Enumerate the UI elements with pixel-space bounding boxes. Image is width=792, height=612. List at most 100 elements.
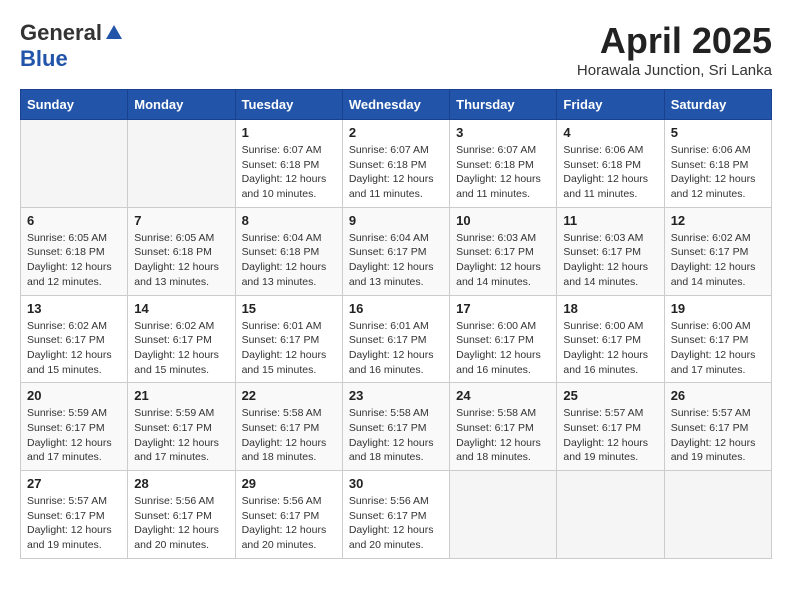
calendar-cell: 14 Sunrise: 6:02 AM Sunset: 6:17 PM Dayli… xyxy=(128,295,235,383)
calendar-cell: 19 Sunrise: 6:00 AM Sunset: 6:17 PM Dayli… xyxy=(664,295,771,383)
day-number: 24 xyxy=(456,388,550,403)
day-info: Sunrise: 6:06 AM Sunset: 6:18 PM Dayligh… xyxy=(671,143,765,202)
day-number: 19 xyxy=(671,301,765,316)
day-number: 22 xyxy=(242,388,336,403)
calendar-cell: 9 Sunrise: 6:04 AM Sunset: 6:17 PM Daylig… xyxy=(342,207,449,295)
day-info: Sunrise: 6:02 AM Sunset: 6:17 PM Dayligh… xyxy=(134,319,228,378)
calendar-cell: 11Sunrise: 6:03 AM Sunset: 6:17 PM Dayli… xyxy=(557,207,664,295)
calendar-cell: 18Sunrise: 6:00 AM Sunset: 6:17 PM Dayli… xyxy=(557,295,664,383)
day-info: Sunrise: 6:01 AM Sunset: 6:17 PM Dayligh… xyxy=(242,319,336,378)
day-number: 8 xyxy=(242,213,336,228)
day-info: Sunrise: 6:03 AM Sunset: 6:17 PM Dayligh… xyxy=(563,231,657,290)
day-number: 13 xyxy=(27,301,121,316)
day-info: Sunrise: 5:56 AM Sunset: 6:17 PM Dayligh… xyxy=(242,494,336,553)
calendar-week-row: 13 Sunrise: 6:02 AM Sunset: 6:17 PM Dayli… xyxy=(21,295,772,383)
day-number: 2 xyxy=(349,125,443,140)
day-number: 26 xyxy=(671,388,765,403)
day-info: Sunrise: 6:01 AM Sunset: 6:17 PM Dayligh… xyxy=(349,319,443,378)
calendar-table: SundayMondayTuesdayWednesdayThursdayFrid… xyxy=(20,89,772,559)
calendar-cell: 21Sunrise: 5:59 AM Sunset: 6:17 PM Dayli… xyxy=(128,383,235,471)
day-info: Sunrise: 5:56 AM Sunset: 6:17 PM Dayligh… xyxy=(349,494,443,553)
day-number: 25 xyxy=(563,388,657,403)
day-info: Sunrise: 5:58 AM Sunset: 6:17 PM Dayligh… xyxy=(456,406,550,465)
calendar-cell: 30 Sunrise: 5:56 AM Sunset: 6:17 PM Dayli… xyxy=(342,471,449,559)
calendar-cell xyxy=(450,471,557,559)
calendar-cell: 17Sunrise: 6:00 AM Sunset: 6:17 PM Dayli… xyxy=(450,295,557,383)
calendar-cell: 10Sunrise: 6:03 AM Sunset: 6:17 PM Dayli… xyxy=(450,207,557,295)
calendar-cell: 22 Sunrise: 5:58 AM Sunset: 6:17 PM Dayli… xyxy=(235,383,342,471)
header-monday: Monday xyxy=(128,90,235,120)
header-tuesday: Tuesday xyxy=(235,90,342,120)
day-number: 3 xyxy=(456,125,550,140)
calendar-cell: 24 Sunrise: 5:58 AM Sunset: 6:17 PM Dayli… xyxy=(450,383,557,471)
day-number: 20 xyxy=(27,388,121,403)
day-number: 28 xyxy=(134,476,228,491)
day-info: Sunrise: 6:04 AM Sunset: 6:17 PM Dayligh… xyxy=(349,231,443,290)
header-sunday: Sunday xyxy=(21,90,128,120)
day-number: 14 xyxy=(134,301,228,316)
day-info: Sunrise: 5:57 AM Sunset: 6:17 PM Dayligh… xyxy=(27,494,121,553)
day-number: 1 xyxy=(242,125,336,140)
day-number: 9 xyxy=(349,213,443,228)
day-number: 29 xyxy=(242,476,336,491)
day-info: Sunrise: 6:07 AM Sunset: 6:18 PM Dayligh… xyxy=(242,143,336,202)
calendar-cell: 25 Sunrise: 5:57 AM Sunset: 6:17 PM Dayli… xyxy=(557,383,664,471)
calendar-cell xyxy=(557,471,664,559)
calendar-cell: 7Sunrise: 6:05 AM Sunset: 6:18 PM Daylig… xyxy=(128,207,235,295)
logo-general: General xyxy=(20,20,102,46)
day-info: Sunrise: 6:07 AM Sunset: 6:18 PM Dayligh… xyxy=(456,143,550,202)
calendar-week-row: 20 Sunrise: 5:59 AM Sunset: 6:17 PM Dayli… xyxy=(21,383,772,471)
day-number: 27 xyxy=(27,476,121,491)
day-info: Sunrise: 6:05 AM Sunset: 6:18 PM Dayligh… xyxy=(27,231,121,290)
calendar-cell: 20 Sunrise: 5:59 AM Sunset: 6:17 PM Dayli… xyxy=(21,383,128,471)
day-info: Sunrise: 6:04 AM Sunset: 6:18 PM Dayligh… xyxy=(242,231,336,290)
day-info: Sunrise: 5:57 AM Sunset: 6:17 PM Dayligh… xyxy=(671,406,765,465)
logo: General Blue xyxy=(20,20,122,72)
logo-blue: Blue xyxy=(20,46,68,72)
day-info: Sunrise: 5:58 AM Sunset: 6:17 PM Dayligh… xyxy=(242,406,336,465)
day-info: Sunrise: 5:56 AM Sunset: 6:17 PM Dayligh… xyxy=(134,494,228,553)
day-number: 23 xyxy=(349,388,443,403)
month-title: April 2025 xyxy=(577,20,772,62)
day-number: 5 xyxy=(671,125,765,140)
day-number: 4 xyxy=(563,125,657,140)
day-info: Sunrise: 5:57 AM Sunset: 6:17 PM Dayligh… xyxy=(563,406,657,465)
calendar-cell: 3 Sunrise: 6:07 AM Sunset: 6:18 PM Daylig… xyxy=(450,120,557,208)
calendar-cell: 8 Sunrise: 6:04 AM Sunset: 6:18 PM Daylig… xyxy=(235,207,342,295)
header-thursday: Thursday xyxy=(450,90,557,120)
calendar-cell xyxy=(664,471,771,559)
calendar-cell: 26 Sunrise: 5:57 AM Sunset: 6:17 PM Dayli… xyxy=(664,383,771,471)
calendar-cell: 15 Sunrise: 6:01 AM Sunset: 6:17 PM Dayli… xyxy=(235,295,342,383)
calendar-header-row: SundayMondayTuesdayWednesdayThursdayFrid… xyxy=(21,90,772,120)
day-number: 6 xyxy=(27,213,121,228)
calendar-week-row: 27 Sunrise: 5:57 AM Sunset: 6:17 PM Dayli… xyxy=(21,471,772,559)
calendar-cell: 29 Sunrise: 5:56 AM Sunset: 6:17 PM Dayli… xyxy=(235,471,342,559)
calendar-cell: 1 Sunrise: 6:07 AM Sunset: 6:18 PM Daylig… xyxy=(235,120,342,208)
day-info: Sunrise: 6:05 AM Sunset: 6:18 PM Dayligh… xyxy=(134,231,228,290)
header-saturday: Saturday xyxy=(664,90,771,120)
day-number: 16 xyxy=(349,301,443,316)
calendar-cell: 6 Sunrise: 6:05 AM Sunset: 6:18 PM Daylig… xyxy=(21,207,128,295)
day-info: Sunrise: 6:07 AM Sunset: 6:18 PM Dayligh… xyxy=(349,143,443,202)
calendar-cell: 5 Sunrise: 6:06 AM Sunset: 6:18 PM Daylig… xyxy=(664,120,771,208)
day-info: Sunrise: 6:06 AM Sunset: 6:18 PM Dayligh… xyxy=(563,143,657,202)
calendar-week-row: 6 Sunrise: 6:05 AM Sunset: 6:18 PM Daylig… xyxy=(21,207,772,295)
calendar-cell: 2 Sunrise: 6:07 AM Sunset: 6:18 PM Daylig… xyxy=(342,120,449,208)
day-number: 30 xyxy=(349,476,443,491)
day-info: Sunrise: 6:00 AM Sunset: 6:17 PM Dayligh… xyxy=(671,319,765,378)
calendar-cell: 23Sunrise: 5:58 AM Sunset: 6:17 PM Dayli… xyxy=(342,383,449,471)
day-info: Sunrise: 5:59 AM Sunset: 6:17 PM Dayligh… xyxy=(27,406,121,465)
calendar-cell: 28 Sunrise: 5:56 AM Sunset: 6:17 PM Dayli… xyxy=(128,471,235,559)
day-number: 10 xyxy=(456,213,550,228)
page-header: General Blue April 2025 Horawala Junctio… xyxy=(20,20,772,79)
day-info: Sunrise: 5:59 AM Sunset: 6:17 PM Dayligh… xyxy=(134,406,228,465)
day-number: 17 xyxy=(456,301,550,316)
day-number: 15 xyxy=(242,301,336,316)
calendar-cell xyxy=(128,120,235,208)
header-wednesday: Wednesday xyxy=(342,90,449,120)
calendar-cell: 27 Sunrise: 5:57 AM Sunset: 6:17 PM Dayli… xyxy=(21,471,128,559)
location-subtitle: Horawala Junction, Sri Lanka xyxy=(577,62,772,79)
day-info: Sunrise: 6:02 AM Sunset: 6:17 PM Dayligh… xyxy=(27,319,121,378)
calendar-cell: 16 Sunrise: 6:01 AM Sunset: 6:17 PM Dayli… xyxy=(342,295,449,383)
title-block: April 2025 Horawala Junction, Sri Lanka xyxy=(577,20,772,79)
